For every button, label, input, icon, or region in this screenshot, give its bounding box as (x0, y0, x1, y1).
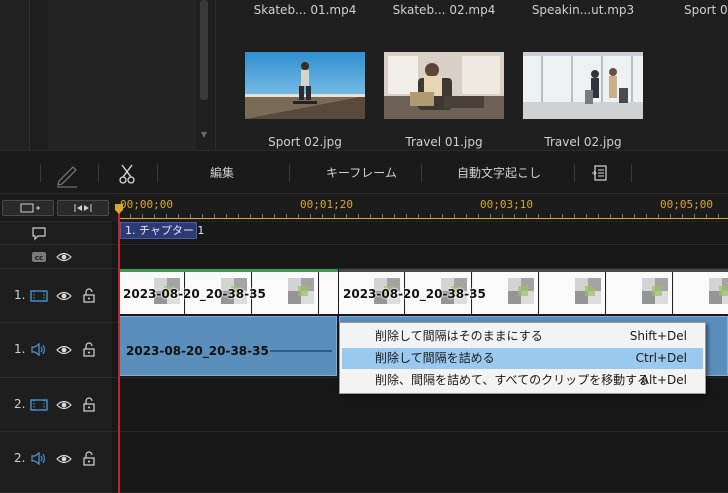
toolbar-divider (157, 164, 158, 182)
delete-context-menu: 削除して間隔はそのままにする Shift+Del 削除して間隔を詰める Ctrl… (339, 322, 706, 394)
speaker-icon (31, 451, 46, 466)
ruler-time-label: 00;00;00 (120, 198, 173, 211)
menu-item-shortcut: Shift+Del (629, 329, 687, 343)
subtitle-list-icon[interactable] (591, 151, 611, 195)
clip-frame (320, 272, 338, 314)
video-clip-1[interactable]: 2023-08-20_20-38-35 (119, 269, 338, 314)
eye-icon[interactable] (56, 289, 72, 303)
video-clip-2[interactable]: 2023-08-20_20-38-35 (339, 269, 728, 314)
subtitle-cc-icon: cc (32, 252, 46, 262)
track-number: 1. (14, 288, 26, 302)
menu-item-label: 削除、間隔を詰めて、すべてのクリップを移動する (375, 373, 650, 387)
clip-frame (674, 272, 728, 314)
timeline-ruler[interactable]: 00;00;00 00;01;20 00;03;10 00;05;00 (118, 196, 728, 222)
video-track-1-header: 1. (0, 269, 112, 323)
library-side-panel: ▼ (0, 0, 216, 150)
ruler-time-label: 00;05;00 (660, 198, 713, 211)
toolbar-divider (40, 164, 41, 182)
menu-item-delete-keep-gap[interactable]: 削除して間隔はそのままにする Shift+Del (342, 326, 703, 347)
menu-item-label: 削除して間隔はそのままにする (375, 329, 543, 343)
clip-frame (540, 272, 606, 314)
chapter-marker-icon[interactable] (31, 226, 47, 241)
svg-text:cc: cc (35, 254, 43, 262)
unlock-icon[interactable] (82, 397, 96, 412)
ruler-baseline (118, 218, 728, 219)
timeline-toolbar: 編集 キーフレーム 自動文字起こし (0, 150, 728, 194)
toolbar-divider (98, 164, 99, 182)
audio-track-2-header: 2. (0, 432, 112, 493)
library-scroll-thumb[interactable] (200, 0, 208, 100)
media-item-label[interactable]: Skateb... 01.mp4 (240, 3, 370, 17)
unlock-icon[interactable] (82, 451, 96, 466)
clip-title: 2023-08-20_20-38-35 (343, 287, 486, 301)
audio-clip-1[interactable]: 2023-08-20_20-38-35 (119, 316, 337, 376)
menu-item-delete-close-gap-move-all[interactable]: 削除、間隔を詰めて、すべてのクリップを移動する Alt+Del (342, 370, 703, 391)
track-number: 2. (14, 451, 26, 465)
eye-icon[interactable] (56, 452, 72, 466)
video-track-icon (30, 290, 48, 302)
auto-caption-button[interactable]: 自動文字起こし (457, 151, 541, 195)
toolbar-divider (574, 164, 575, 182)
ruler-time-label: 00;01;20 (300, 198, 353, 211)
media-item-label[interactable]: Travel 02.jpg (518, 135, 648, 149)
eye-icon[interactable] (56, 250, 72, 264)
media-thumb-sport-02[interactable] (245, 52, 365, 119)
clip-title: 2023-08-20_20-38-35 (123, 287, 266, 301)
library-scrollbar[interactable]: ▼ (196, 0, 212, 150)
media-item-label[interactable]: Sport 0 (657, 3, 728, 17)
playhead[interactable] (118, 206, 120, 493)
audio-track-2 (112, 432, 728, 493)
media-thumb-travel-01[interactable] (384, 52, 504, 119)
track-manager-button[interactable] (2, 200, 54, 216)
toolbar-divider (631, 164, 632, 182)
menu-item-label: 削除して間隔を詰める (375, 351, 495, 365)
audio-waveform (270, 350, 332, 352)
eye-icon[interactable] (56, 343, 72, 357)
toolbar-divider (421, 164, 422, 182)
media-item-label[interactable]: Skateb... 02.mp4 (379, 3, 509, 17)
video-track-2-header: 2. (0, 378, 112, 432)
media-item-label[interactable]: Travel 01.jpg (379, 135, 509, 149)
video-track-icon (30, 399, 48, 411)
track-number: 1. (14, 342, 26, 356)
menu-item-shortcut: Alt+Del (640, 373, 687, 387)
scissors-icon[interactable] (118, 151, 138, 195)
clip-frame (607, 272, 673, 314)
toolbar-divider (289, 164, 290, 182)
keyframe-button[interactable]: キーフレーム (326, 151, 397, 195)
clip-title: 2023-08-20_20-38-35 (126, 344, 269, 358)
library-tool-strip (0, 0, 30, 150)
ruler-time-label: 00;03;10 (480, 198, 533, 211)
subtitle-track (112, 245, 728, 269)
speaker-icon (31, 342, 46, 357)
chapter-track-header (0, 222, 112, 245)
media-item-label[interactable]: Speakin...ut.mp3 (518, 3, 648, 17)
library-folder-panel (48, 0, 198, 150)
pen-icon[interactable] (55, 151, 81, 195)
eye-icon[interactable] (56, 398, 72, 412)
audio-track-1-header: 1. (0, 323, 112, 378)
media-thumb-travel-02[interactable] (523, 52, 643, 119)
chapter-track (112, 222, 728, 245)
scroll-down-icon[interactable]: ▼ (196, 128, 212, 142)
edit-button[interactable]: 編集 (210, 151, 234, 195)
track-number: 2. (14, 397, 26, 411)
media-library-grid: Skateb... 01.mp4 Skateb... 02.mp4 Speaki… (216, 0, 728, 150)
media-item-label[interactable]: Sport 02.jpg (240, 135, 370, 149)
menu-item-delete-close-gap[interactable]: 削除して間隔を詰める Ctrl+Del (342, 348, 703, 369)
fit-timeline-button[interactable] (57, 200, 109, 216)
subtitle-track-header: cc (0, 245, 112, 269)
chapter-marker[interactable]: 1. チャプター 1 (120, 222, 204, 239)
unlock-icon[interactable] (82, 342, 96, 357)
unlock-icon[interactable] (82, 288, 96, 303)
menu-item-shortcut: Ctrl+Del (635, 351, 687, 365)
